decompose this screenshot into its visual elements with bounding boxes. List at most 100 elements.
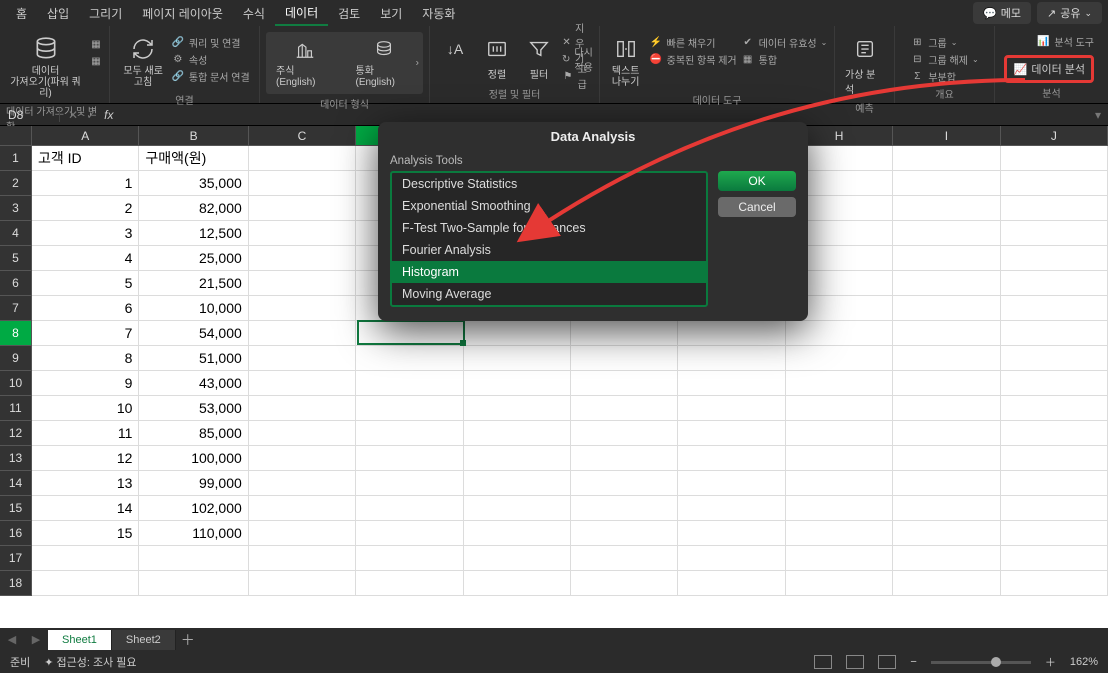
add-sheet-button[interactable]: ＋ <box>176 630 200 650</box>
cell[interactable] <box>893 471 1000 496</box>
memo-button[interactable]: 💬메모 <box>973 2 1031 24</box>
ok-button[interactable]: OK <box>718 171 796 191</box>
cell[interactable] <box>1001 171 1108 196</box>
cell[interactable]: 85,000 <box>139 421 248 446</box>
analysis-tool-item[interactable]: Exponential Smoothing <box>392 195 706 217</box>
cell[interactable] <box>1001 521 1108 546</box>
analysis-tool-item[interactable]: Histogram <box>392 261 706 283</box>
cell[interactable]: 3 <box>32 221 139 246</box>
cell[interactable] <box>356 496 463 521</box>
cell[interactable]: 14 <box>32 496 139 521</box>
cell[interactable] <box>571 321 678 346</box>
cell[interactable]: 10 <box>32 396 139 421</box>
cell[interactable] <box>678 471 785 496</box>
row-header[interactable]: 12 <box>0 421 32 446</box>
row-header[interactable]: 9 <box>0 346 32 371</box>
analysis-tool-item[interactable]: Moving Average <box>392 283 706 305</box>
cell[interactable]: 82,000 <box>139 196 248 221</box>
cell[interactable] <box>571 471 678 496</box>
cell[interactable]: 2 <box>32 196 139 221</box>
cell[interactable] <box>786 421 893 446</box>
cell[interactable] <box>893 171 1000 196</box>
cell[interactable] <box>678 571 785 596</box>
sheet-tab[interactable]: Sheet2 <box>112 630 176 650</box>
cell[interactable] <box>786 371 893 396</box>
cell[interactable] <box>1001 346 1108 371</box>
row-header[interactable]: 16 <box>0 521 32 546</box>
cell[interactable] <box>249 471 356 496</box>
row-header[interactable]: 18 <box>0 571 32 596</box>
cell[interactable] <box>786 571 893 596</box>
data-analysis-button[interactable]: 📈 데이터 분석 <box>1004 55 1094 83</box>
row-header[interactable]: 8 <box>0 321 32 346</box>
cell[interactable]: 110,000 <box>139 521 248 546</box>
cell[interactable] <box>571 346 678 371</box>
view-normal-icon[interactable] <box>814 655 832 669</box>
sheet-tab[interactable]: Sheet1 <box>48 630 112 650</box>
cell[interactable]: 35,000 <box>139 171 248 196</box>
cell[interactable] <box>893 571 1000 596</box>
cell[interactable] <box>571 521 678 546</box>
analysis-tool-item[interactable]: Descriptive Statistics <box>392 173 706 195</box>
cell[interactable] <box>893 496 1000 521</box>
cell[interactable] <box>678 446 785 471</box>
ungroup-rows[interactable]: ⊟그룹 해제⌄ <box>910 51 978 67</box>
row-header[interactable]: 17 <box>0 546 32 571</box>
cell[interactable] <box>1001 271 1108 296</box>
menu-tab-8[interactable]: 자동화 <box>412 0 465 26</box>
col-header[interactable]: J <box>1001 126 1108 146</box>
cell[interactable] <box>893 296 1000 321</box>
cell[interactable]: 고객 ID <box>32 146 139 171</box>
refresh-all-button[interactable]: 모두 새로 고침 <box>119 32 167 90</box>
cell[interactable] <box>249 246 356 271</box>
fx-icon[interactable]: fx <box>104 108 113 122</box>
cell[interactable] <box>1001 196 1108 221</box>
cell[interactable]: 43,000 <box>139 371 248 396</box>
cell[interactable] <box>1001 546 1108 571</box>
cell[interactable] <box>356 446 463 471</box>
cell[interactable] <box>678 521 785 546</box>
zoom-level[interactable]: 162% <box>1070 656 1098 668</box>
cell[interactable] <box>249 296 356 321</box>
sort-asc-button[interactable]: ↓A <box>436 32 474 66</box>
row-header[interactable]: 10 <box>0 371 32 396</box>
cell[interactable] <box>356 371 463 396</box>
view-break-icon[interactable] <box>878 655 896 669</box>
chevron-right-icon[interactable]: › <box>416 58 419 69</box>
cell[interactable] <box>249 221 356 246</box>
cell[interactable] <box>464 396 571 421</box>
cell[interactable] <box>249 571 356 596</box>
remove-duplicates[interactable]: ⛔중복된 항목 제거 <box>649 51 737 67</box>
cell[interactable] <box>356 521 463 546</box>
properties[interactable]: ⚙속성 <box>171 51 250 67</box>
cell[interactable]: 7 <box>32 321 139 346</box>
cell[interactable] <box>786 346 893 371</box>
analysis-tools-list[interactable]: Descriptive StatisticsExponential Smooth… <box>390 171 708 307</box>
cell[interactable] <box>249 146 356 171</box>
menu-tab-3[interactable]: 페이지 레이아웃 <box>132 0 233 26</box>
stack-icon[interactable]: ▦ <box>89 36 103 52</box>
cell[interactable] <box>356 546 463 571</box>
cell[interactable]: 5 <box>32 271 139 296</box>
cell[interactable] <box>893 446 1000 471</box>
subtotal[interactable]: Σ부분합 <box>910 68 978 84</box>
accessibility-status[interactable]: ✦ 접근성: 조사 필요 <box>44 654 136 670</box>
cell[interactable]: 21,500 <box>139 271 248 296</box>
menu-tab-0[interactable]: 홈 <box>6 0 37 26</box>
cell[interactable]: 6 <box>32 296 139 321</box>
cell[interactable]: 51,000 <box>139 346 248 371</box>
cancel-button[interactable]: Cancel <box>718 197 796 217</box>
cell[interactable] <box>571 546 678 571</box>
cell[interactable] <box>464 471 571 496</box>
cell[interactable] <box>356 571 463 596</box>
row-header[interactable]: 3 <box>0 196 32 221</box>
cell[interactable] <box>786 396 893 421</box>
cell[interactable]: 구매액(원) <box>139 146 248 171</box>
cell[interactable] <box>464 496 571 521</box>
row-header[interactable]: 13 <box>0 446 32 471</box>
cell[interactable]: 11 <box>32 421 139 446</box>
advanced-filter[interactable]: ⚑고급 <box>562 68 593 84</box>
cell[interactable] <box>1001 246 1108 271</box>
menu-tab-1[interactable]: 삽입 <box>37 0 79 26</box>
cell[interactable] <box>786 446 893 471</box>
